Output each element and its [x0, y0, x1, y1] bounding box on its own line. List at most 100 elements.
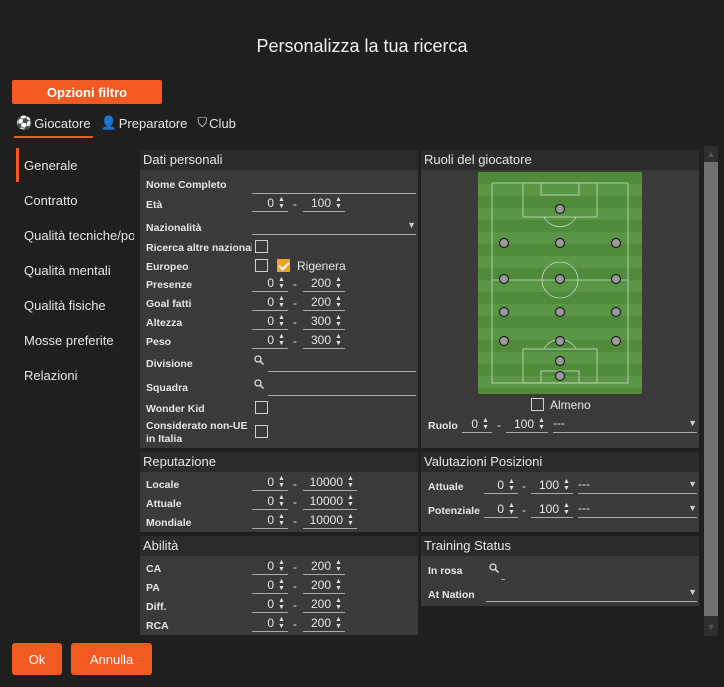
chevron-down-icon: ▼ — [688, 418, 697, 428]
other-nationalities-label: Ricerca altre nazionalità — [146, 242, 252, 254]
wonder-kid-label: Wonder Kid — [146, 403, 205, 415]
sidebar-item-qualita-fisiche[interactable]: Qualità fisiche — [24, 298, 134, 313]
position-marker[interactable] — [554, 335, 566, 347]
sidebar-item-mosse-preferite[interactable]: Mosse preferite — [24, 333, 134, 348]
goals-max-stepper[interactable]: 200 ▲ ▼ — [303, 294, 345, 311]
pa-min-stepper[interactable]: 0 ▲ ▼ — [252, 577, 288, 594]
panel-header: Reputazione — [140, 452, 418, 472]
current-valuation-max-stepper[interactable]: 100 ▲ ▼ — [531, 477, 573, 494]
non-eu-checkbox[interactable] — [255, 425, 268, 438]
rca-label: RCA — [146, 620, 169, 632]
shield-icon: ⛉ — [197, 115, 208, 130]
search-icon — [489, 563, 499, 573]
appearances-max-stepper[interactable]: 200 ▲ ▼ — [303, 275, 345, 292]
scroll-up-icon[interactable]: ▲ — [704, 149, 718, 159]
position-marker[interactable] — [554, 203, 566, 215]
scroll-down-icon[interactable]: ▼ — [704, 622, 718, 632]
position-marker[interactable] — [610, 335, 622, 347]
search-icon — [254, 379, 264, 389]
pa-max-stepper[interactable]: 200 ▲ ▼ — [303, 577, 345, 594]
current-rep-min-stepper[interactable]: 0 ▲ ▼ — [252, 493, 288, 510]
position-marker[interactable] — [554, 237, 566, 249]
position-marker[interactable] — [554, 355, 566, 367]
age-max-stepper[interactable]: 100 ▲ ▼ — [303, 195, 345, 212]
age-min-stepper[interactable]: 0 ▲ ▼ — [252, 195, 288, 212]
position-marker[interactable] — [610, 273, 622, 285]
position-marker[interactable] — [554, 273, 566, 285]
sidebar-item-generale[interactable]: Generale — [24, 158, 134, 173]
team-label: Squadra — [146, 382, 189, 394]
position-marker[interactable] — [610, 306, 622, 318]
pa-label: PA — [146, 582, 160, 594]
weight-min-stepper[interactable]: 0 ▲ ▼ — [252, 332, 288, 349]
current-valuation-select[interactable]: --- ▼ — [578, 477, 697, 494]
sidebar-item-relazioni[interactable]: Relazioni — [24, 368, 134, 383]
sidebar-item-qualita-mentali[interactable]: Qualità mentali — [24, 263, 134, 278]
almeno-checkbox[interactable] — [531, 398, 544, 411]
diff-max-stepper[interactable]: 200 ▲ ▼ — [303, 596, 345, 613]
rca-min-stepper[interactable]: 0 ▲ ▼ — [252, 615, 288, 632]
potential-valuation-select[interactable]: --- ▼ — [578, 501, 697, 518]
at-nation-label: At Nation — [428, 589, 475, 601]
goals-label: Goal fatti — [146, 298, 192, 310]
nationality-select[interactable]: ▼ — [252, 218, 416, 235]
appearances-min-stepper[interactable]: 0 ▲ ▼ — [252, 275, 288, 292]
diff-min-stepper[interactable]: 0 ▲ ▼ — [252, 596, 288, 613]
european-checkbox[interactable] — [255, 259, 268, 272]
role-min-stepper[interactable]: 0 ▲ ▼ — [462, 416, 492, 433]
weight-label: Peso — [146, 336, 172, 348]
wonder-kid-checkbox[interactable] — [255, 401, 268, 414]
regenerate-checkbox[interactable] — [277, 259, 290, 272]
team-input[interactable] — [268, 379, 416, 396]
division-input[interactable] — [268, 355, 416, 372]
world-rep-min-stepper[interactable]: 0 ▲ ▼ — [252, 512, 288, 529]
position-marker[interactable] — [610, 237, 622, 249]
world-rep-max-stepper[interactable]: 10000 ▲ ▼ — [303, 512, 357, 529]
position-marker[interactable] — [498, 273, 510, 285]
position-marker[interactable] — [498, 306, 510, 318]
pitch-diagram[interactable] — [478, 172, 642, 394]
position-marker[interactable] — [498, 335, 510, 347]
chevron-down-icon: ▼ — [688, 479, 697, 489]
scrollbar-thumb[interactable] — [704, 162, 718, 616]
cancel-button[interactable]: Annulla — [71, 643, 152, 675]
appearances-label: Presenze — [146, 279, 193, 291]
local-rep-min-stepper[interactable]: 0 ▲ ▼ — [252, 474, 288, 491]
rca-max-stepper[interactable]: 200 ▲ ▼ — [303, 615, 345, 632]
division-label: Divisione — [146, 358, 193, 370]
in-squad-input[interactable] — [501, 563, 505, 580]
position-marker[interactable] — [498, 237, 510, 249]
search-icon — [254, 355, 264, 365]
full-name-input[interactable] — [252, 177, 416, 194]
diff-label: Diff. — [146, 601, 167, 613]
current-valuation-min-stepper[interactable]: 0 ▲ ▼ — [484, 477, 518, 494]
sidebar-item-contratto[interactable]: Contratto — [24, 193, 134, 208]
goals-min-stepper[interactable]: 0 ▲ ▼ — [252, 294, 288, 311]
at-nation-select[interactable]: ▼ — [486, 585, 697, 602]
local-rep-max-stepper[interactable]: 10000 ▲ ▼ — [303, 474, 357, 491]
other-nationalities-checkbox[interactable] — [255, 240, 268, 253]
tab-club[interactable]: ⛉ Club — [195, 112, 238, 134]
panel-header: Abilità — [140, 536, 418, 556]
role-max-stepper[interactable]: 100 ▲ ▼ — [506, 416, 548, 433]
ca-max-stepper[interactable]: 200 ▲ ▼ — [303, 558, 345, 575]
potential-valuation-min-stepper[interactable]: 0 ▲ ▼ — [484, 501, 518, 518]
height-min-stepper[interactable]: 0 ▲ ▼ — [252, 313, 288, 330]
reputation-panel: Reputazione Locale 0 ▲ ▼ - 10000 ▲ ▼ Attuale… — [140, 452, 418, 532]
position-marker[interactable] — [554, 370, 566, 382]
chevron-down-icon: ▼ — [407, 220, 416, 230]
sidebar-item-qualita-tecniche[interactable]: Qualità tecniche/portiere — [24, 228, 134, 243]
panel-header: Valutazioni Posizioni — [421, 452, 699, 472]
current-rep-max-stepper[interactable]: 10000 ▲ ▼ — [303, 493, 357, 510]
personal-data-panel: Dati personali Nome Completo Età 0 ▲ ▼ - 1… — [140, 150, 418, 448]
position-marker[interactable] — [554, 306, 566, 318]
role-select[interactable]: --- ▼ — [553, 416, 697, 433]
ok-button[interactable]: Ok — [12, 643, 62, 675]
ca-min-stepper[interactable]: 0 ▲ ▼ — [252, 558, 288, 575]
potential-valuation-label: Potenziale — [428, 505, 480, 517]
current-rep-label: Attuale — [146, 498, 182, 510]
role-label: Ruolo — [428, 420, 458, 432]
weight-max-stepper[interactable]: 300 ▲ ▼ — [303, 332, 345, 349]
potential-valuation-max-stepper[interactable]: 100 ▲ ▼ — [531, 501, 573, 518]
height-max-stepper[interactable]: 300 ▲ ▼ — [303, 313, 345, 330]
